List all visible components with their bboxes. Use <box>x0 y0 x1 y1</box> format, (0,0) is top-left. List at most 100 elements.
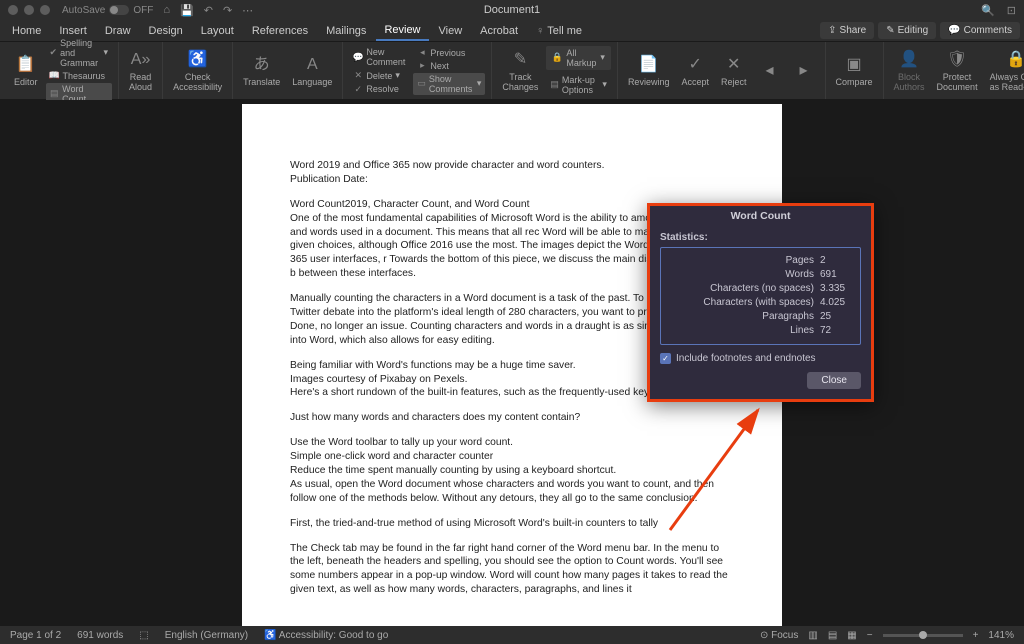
translate-icon: あ <box>251 54 273 76</box>
tab-acrobat[interactable]: Acrobat <box>472 22 526 40</box>
quick-access: ⌂ 💾 ↶ ↷ ⋯ <box>163 4 253 17</box>
track-icon: ✎ <box>509 49 531 71</box>
document-title: Document1 <box>484 4 540 16</box>
spelling-grammar-button[interactable]: ✔Spelling and Grammar ▾ <box>46 37 113 69</box>
share-icon: ⇪ <box>828 25 836 36</box>
previous-comment-button[interactable]: ◂Previous <box>413 47 485 59</box>
doc-line: Publication Date: <box>290 174 368 185</box>
doc-line: As usual, open the Word document whose c… <box>290 479 714 504</box>
readonly-icon: 🔒 <box>1005 49 1024 71</box>
stat-words: Words691 <box>669 268 852 282</box>
close-button[interactable]: Close <box>807 372 861 389</box>
include-footnotes-checkbox[interactable]: ✓ Include footnotes and endnotes <box>660 353 861 364</box>
reject-button[interactable]: ✕Reject <box>717 52 751 90</box>
tab-view[interactable]: View <box>431 22 471 40</box>
view-print-icon[interactable]: ▥ <box>808 630 817 641</box>
tab-tellme[interactable]: ♀ Tell me <box>528 22 590 40</box>
next-comment-button[interactable]: ▸Next <box>413 60 485 72</box>
protect-doc-button[interactable]: 🛡Protect Document <box>933 47 982 95</box>
titlebar: AutoSave OFF ⌂ 💾 ↶ ↷ ⋯ Document1 🔍 ⊡ <box>0 0 1024 20</box>
next-icon: ▸ <box>417 61 427 71</box>
new-comment-button[interactable]: 💬New Comment <box>349 46 409 68</box>
undo-icon[interactable]: ↶ <box>204 4 213 17</box>
read-aloud-button[interactable]: A»Read Aloud <box>125 47 156 95</box>
doc-line: Word 2019 and Office 365 now provide cha… <box>290 160 604 171</box>
close-window[interactable] <box>8 5 18 15</box>
tab-home[interactable]: Home <box>4 22 49 40</box>
reviewing-button[interactable]: 📄Reviewing <box>624 52 674 90</box>
view-outline-icon[interactable]: ▦ <box>847 630 856 641</box>
home-icon[interactable]: ⌂ <box>163 4 170 17</box>
accept-button[interactable]: ✓Accept <box>677 52 713 90</box>
maximize-window[interactable] <box>40 5 50 15</box>
prev-change-button[interactable]: ◂ <box>755 58 785 84</box>
arrow-left-icon: ◂ <box>759 60 781 82</box>
tab-review[interactable]: Review <box>376 21 428 41</box>
status-language[interactable]: English (Germany) <box>165 630 248 641</box>
stat-chars-space: Characters (with spaces)4.025 <box>669 296 852 310</box>
status-focus[interactable]: ⊙ Focus <box>760 630 798 641</box>
check-accessibility-button[interactable]: ♿Check Accessibility <box>169 47 226 95</box>
search-icon[interactable]: 🔍 <box>981 4 995 17</box>
zoom-in-button[interactable]: + <box>973 630 979 641</box>
doc-line: Simple one-click word and character coun… <box>290 451 493 462</box>
block-authors-button[interactable]: 👤Block Authors <box>890 47 929 95</box>
status-spellcheck-icon[interactable]: ⬚ <box>139 630 148 641</box>
reviewing-icon: 📄 <box>638 54 660 76</box>
thesaurus-button[interactable]: 📖Thesaurus <box>46 70 113 82</box>
tab-mailings[interactable]: Mailings <box>318 22 374 40</box>
resolve-comment-button[interactable]: ✓Resolve <box>349 83 409 95</box>
tab-design[interactable]: Design <box>141 22 191 40</box>
save-icon[interactable]: 💾 <box>180 4 194 17</box>
show-comments-button[interactable]: ▭Show Comments ▾ <box>413 73 485 95</box>
language-button[interactable]: ALanguage <box>288 52 336 90</box>
show-icon: ▭ <box>417 79 426 89</box>
share-button[interactable]: ⇪Share <box>820 22 874 39</box>
track-changes-button[interactable]: ✎Track Changes <box>498 47 542 95</box>
count-icon: ▤ <box>50 89 60 99</box>
compare-icon: ▣ <box>843 54 865 76</box>
prev-icon: ◂ <box>417 48 427 58</box>
lock-icon: 🔒 <box>552 53 562 63</box>
ribbon-toggle-icon[interactable]: ⊡ <box>1007 4 1016 17</box>
always-readonly-button[interactable]: 🔒Always Open as Read-only <box>986 47 1024 95</box>
delete-comment-button[interactable]: ✕Delete ▾ <box>349 69 409 82</box>
view-web-icon[interactable]: ▤ <box>828 630 837 641</box>
autosave-state: OFF <box>133 5 153 16</box>
editor-button[interactable]: 📋Editor <box>10 52 42 90</box>
autosave-toggle[interactable]: AutoSave OFF <box>62 5 153 16</box>
tab-references[interactable]: References <box>244 22 316 40</box>
options-icon: ▤ <box>550 80 559 90</box>
doc-line: Word Count2019, Character Count, and Wor… <box>290 199 529 210</box>
more-icon[interactable]: ⋯ <box>242 4 253 17</box>
status-accessibility[interactable]: ♿ Accessibility: Good to go <box>264 630 388 641</box>
redo-icon[interactable]: ↷ <box>223 4 232 17</box>
doc-paragraph: The Check tab may be found in the far ri… <box>290 542 734 598</box>
minimize-window[interactable] <box>24 5 34 15</box>
markup-dropdown[interactable]: 🔒All Markup ▾ <box>546 46 611 70</box>
editing-mode-button[interactable]: ✎Editing <box>878 22 936 39</box>
status-words[interactable]: 691 words <box>77 630 123 641</box>
status-page[interactable]: Page 1 of 2 <box>10 630 61 641</box>
autosave-switch[interactable] <box>109 5 129 15</box>
doc-line: Being familiar with Word's functions may… <box>290 360 576 371</box>
zoom-out-button[interactable]: − <box>867 630 873 641</box>
stat-chars-nospace: Characters (no spaces)3.335 <box>669 282 852 296</box>
zoom-level[interactable]: 141% <box>988 630 1014 641</box>
compare-button[interactable]: ▣Compare <box>832 52 877 90</box>
comments-button[interactable]: 💬Comments <box>940 22 1020 39</box>
translate-button[interactable]: あTranslate <box>239 52 284 90</box>
next-change-button[interactable]: ▸ <box>789 58 819 84</box>
checkbox-icon: ✓ <box>660 353 671 364</box>
zoom-slider[interactable] <box>883 634 963 637</box>
include-footnotes-label: Include footnotes and endnotes <box>676 353 816 364</box>
markup-options-button[interactable]: ▤Mark-up Options ▾ <box>546 74 611 96</box>
arrow-right-icon: ▸ <box>793 60 815 82</box>
tab-layout[interactable]: Layout <box>193 22 242 40</box>
stat-lines: Lines72 <box>669 324 852 338</box>
resolve-icon: ✓ <box>353 84 363 94</box>
shield-icon: 🛡 <box>946 49 968 71</box>
block-icon: 👤 <box>898 49 920 71</box>
dialog-title: Word Count <box>650 206 871 226</box>
delete-icon: ✕ <box>353 71 363 81</box>
